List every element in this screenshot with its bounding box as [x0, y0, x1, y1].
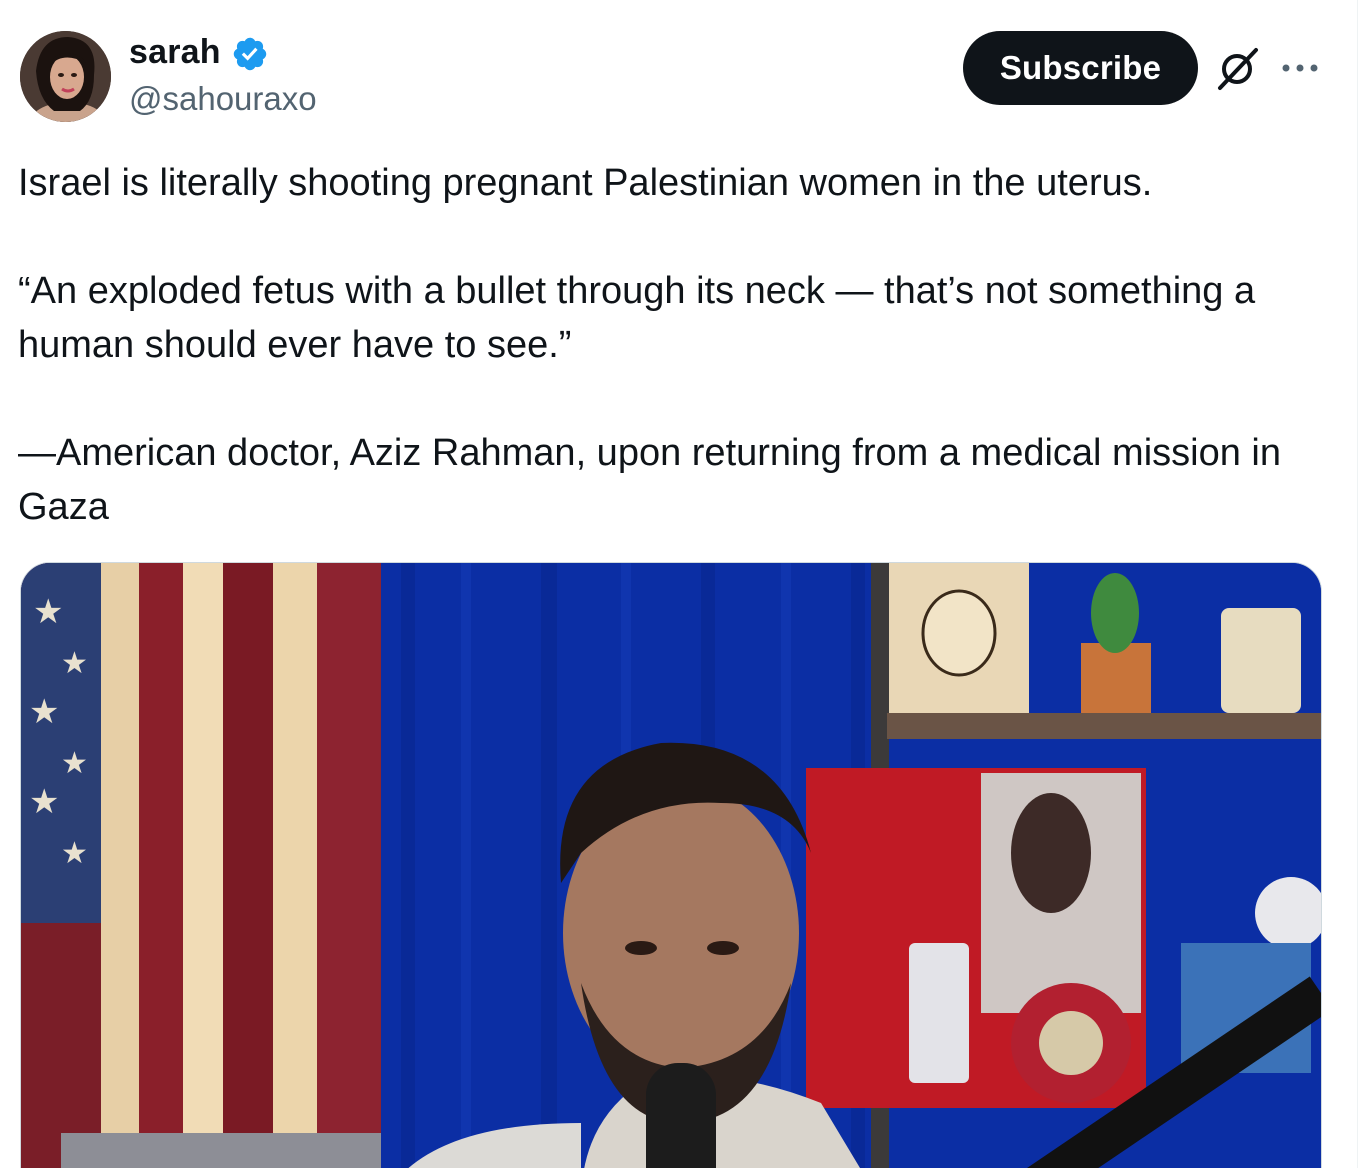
tweet-paragraph: Israel is literally shooting pregnant Pa…	[18, 162, 1153, 204]
right-edge-divider	[1357, 0, 1370, 1168]
svg-text:★: ★	[61, 646, 88, 681]
video-frame-image: ★ ★ ★ ★ ★ ★	[21, 563, 1321, 1168]
svg-text:★: ★	[29, 692, 59, 732]
tweet-paragraph: —American doctor, Aziz Rahman, upon retu…	[18, 432, 1281, 528]
svg-text:★: ★	[61, 836, 88, 871]
video-thumbnail[interactable]: ★ ★ ★ ★ ★ ★	[20, 562, 1322, 1168]
avatar-image	[20, 31, 111, 122]
more-icon[interactable]	[1280, 58, 1320, 78]
tweet-paragraph: “An exploded fetus with a bullet through…	[18, 270, 1256, 366]
avatar[interactable]	[20, 31, 111, 122]
tweet-text: Israel is literally shooting pregnant Pa…	[18, 156, 1338, 534]
svg-text:★: ★	[29, 782, 59, 822]
svg-text:★: ★	[61, 746, 88, 781]
grok-icon[interactable]	[1214, 46, 1260, 92]
subscribe-button[interactable]: Subscribe	[963, 31, 1198, 105]
verified-badge-icon	[233, 37, 267, 71]
display-name[interactable]: sarah	[129, 30, 221, 74]
user-handle[interactable]: @sahouraxo	[129, 78, 317, 120]
svg-text:★: ★	[33, 592, 63, 632]
